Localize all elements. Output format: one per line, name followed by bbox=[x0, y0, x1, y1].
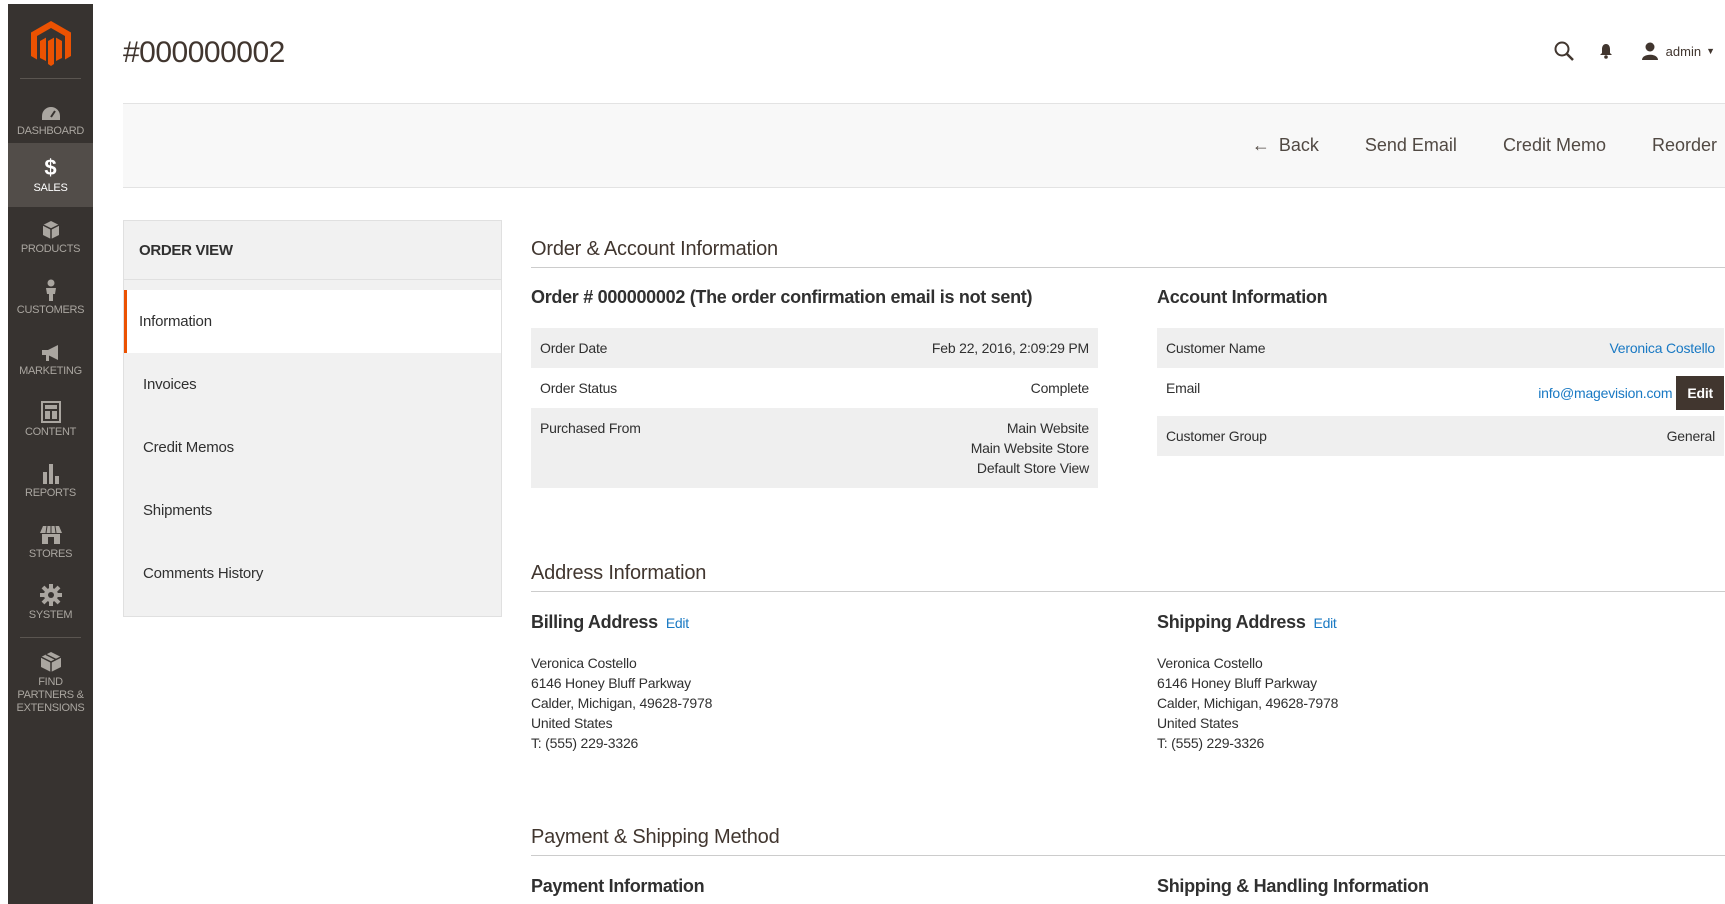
customer-group-value: General bbox=[1666, 428, 1716, 444]
email-row: Email info@magevision.com Edit bbox=[1157, 368, 1724, 416]
purchased-from-store: Main Website Store bbox=[970, 440, 1090, 456]
nav-item-find-partners[interactable]: FIND PARTNERS & EXTENSIONS bbox=[8, 642, 93, 722]
purchased-from-label: Purchased From bbox=[540, 420, 641, 436]
main-content: Order & Account Information Order # 0000… bbox=[531, 0, 1725, 904]
nav-label: SALES bbox=[33, 182, 68, 194]
nav-label: REPORTS bbox=[25, 487, 76, 499]
email-link[interactable]: info@magevision.com bbox=[1538, 383, 1672, 403]
bar-chart-icon bbox=[41, 460, 61, 484]
nav-separator bbox=[20, 78, 81, 79]
order-view-tabs: ORDER VIEW Information Invoices Credit M… bbox=[123, 220, 502, 617]
tabs-title: ORDER VIEW bbox=[124, 221, 501, 280]
box-icon bbox=[42, 216, 60, 240]
shipping-address-heading: Shipping Address Edit bbox=[1157, 612, 1337, 633]
order-date-label: Order Date bbox=[540, 340, 608, 356]
billing-name: Veronica Costello bbox=[531, 655, 637, 671]
order-heading: Order # 000000002 (The order confirmatio… bbox=[531, 287, 1033, 307]
tab-credit-memos[interactable]: Credit Memos bbox=[124, 416, 501, 479]
nav-item-system[interactable]: SYSTEM bbox=[8, 570, 93, 634]
purchased-from-value: Main Website Main Website Store Default … bbox=[970, 418, 1090, 478]
nav-item-content[interactable]: CONTENT bbox=[8, 387, 93, 451]
email-label: Email bbox=[1166, 380, 1201, 396]
gear-icon bbox=[39, 582, 62, 606]
edit-shipping-address-link[interactable]: Edit bbox=[1314, 615, 1337, 631]
billing-address: Veronica Costello 6146 Honey Bluff Parkw… bbox=[531, 653, 712, 753]
email-value: info@magevision.com Edit bbox=[1538, 376, 1724, 410]
tab-comments-history[interactable]: Comments History bbox=[124, 542, 501, 605]
billing-city: Calder, Michigan, 49628-7978 bbox=[531, 695, 713, 711]
magento-logo[interactable] bbox=[8, 12, 93, 84]
shipping-handling-heading: Shipping & Handling Information bbox=[1157, 876, 1429, 896]
main-navigation: DASHBOARD $ SALES PRODUCTS CUSTOMERS MAR… bbox=[8, 4, 93, 904]
purchased-from-website: Main Website bbox=[1006, 420, 1089, 436]
nav-item-reports[interactable]: REPORTS bbox=[8, 448, 93, 512]
megaphone-icon bbox=[40, 338, 62, 362]
nav-label: DASHBOARD bbox=[17, 125, 84, 137]
nav-label: MARKETING bbox=[19, 365, 82, 377]
edit-email-button[interactable]: Edit bbox=[1676, 376, 1724, 410]
account-heading: Account Information bbox=[1157, 287, 1328, 307]
shipping-phone: T: (555) 229-3326 bbox=[1157, 735, 1265, 751]
tab-information[interactable]: Information bbox=[124, 290, 501, 353]
nav-label: SYSTEM bbox=[28, 609, 73, 621]
payment-shipping-section-title: Payment & Shipping Method bbox=[531, 826, 1725, 856]
order-date-row: Order Date Feb 22, 2016, 2:09:29 PM bbox=[531, 328, 1098, 368]
tab-invoices[interactable]: Invoices bbox=[124, 353, 501, 416]
account-info-table: Customer Name Veronica Costello Email in… bbox=[1157, 328, 1724, 456]
order-account-section-title: Order & Account Information bbox=[531, 238, 1725, 268]
page-title: #000000002 bbox=[123, 36, 285, 69]
shipping-city: Calder, Michigan, 49628-7978 bbox=[1157, 695, 1339, 711]
nav-item-products[interactable]: PRODUCTS bbox=[8, 204, 93, 268]
billing-country: United States bbox=[531, 715, 613, 731]
customer-name-link[interactable]: Veronica Costello bbox=[1609, 338, 1715, 358]
shipping-address-title: Shipping Address bbox=[1157, 612, 1306, 632]
customer-group-label: Customer Group bbox=[1166, 428, 1267, 444]
magento-logo-icon bbox=[30, 21, 71, 66]
cube-icon bbox=[40, 649, 62, 673]
nav-label: PRODUCTS bbox=[20, 243, 81, 255]
purchased-from-row: Purchased From Main Website Main Website… bbox=[531, 408, 1098, 488]
tab-shipments[interactable]: Shipments bbox=[124, 479, 501, 542]
billing-address-title: Billing Address bbox=[531, 612, 658, 632]
nav-item-marketing[interactable]: MARKETING bbox=[8, 326, 93, 390]
nav-item-sales[interactable]: $ SALES bbox=[8, 143, 93, 207]
customer-name-row: Customer Name Veronica Costello bbox=[1157, 328, 1724, 368]
billing-phone: T: (555) 229-3326 bbox=[531, 735, 639, 751]
shipping-address: Veronica Costello 6146 Honey Bluff Parkw… bbox=[1157, 653, 1338, 753]
nav-item-dashboard[interactable]: DASHBOARD bbox=[8, 86, 93, 150]
purchased-from-store-view: Default Store View bbox=[976, 460, 1089, 476]
order-status-label: Order Status bbox=[540, 380, 617, 396]
layout-icon bbox=[40, 399, 61, 423]
customer-group-row: Customer Group General bbox=[1157, 416, 1724, 456]
order-info-table: Order Date Feb 22, 2016, 2:09:29 PM Orde… bbox=[531, 328, 1098, 488]
order-status-row: Order Status Complete bbox=[531, 368, 1098, 408]
dashboard-icon bbox=[41, 98, 61, 122]
billing-street: 6146 Honey Bluff Parkway bbox=[531, 675, 691, 691]
shipping-name: Veronica Costello bbox=[1157, 655, 1263, 671]
nav-label: CONTENT bbox=[24, 426, 77, 438]
billing-address-heading: Billing Address Edit bbox=[531, 612, 689, 633]
payment-information-heading: Payment Information bbox=[531, 876, 705, 896]
nav-item-customers[interactable]: CUSTOMERS bbox=[8, 265, 93, 329]
nav-separator bbox=[20, 637, 81, 638]
customer-name-label: Customer Name bbox=[1166, 340, 1266, 356]
shipping-street: 6146 Honey Bluff Parkway bbox=[1157, 675, 1317, 691]
address-section-title: Address Information bbox=[531, 562, 1725, 592]
person-icon bbox=[44, 277, 58, 301]
storefront-icon bbox=[39, 521, 63, 545]
edit-billing-address-link[interactable]: Edit bbox=[666, 615, 689, 631]
dollar-icon: $ bbox=[44, 155, 57, 180]
shipping-country: United States bbox=[1157, 715, 1239, 731]
nav-label: FIND PARTNERS & EXTENSIONS bbox=[16, 676, 85, 714]
order-status-value: Complete bbox=[1030, 380, 1090, 396]
nav-item-stores[interactable]: STORES bbox=[8, 509, 93, 573]
nav-label: STORES bbox=[28, 548, 73, 560]
nav-label: CUSTOMERS bbox=[16, 304, 85, 316]
order-date-value: Feb 22, 2016, 2:09:29 PM bbox=[931, 340, 1089, 356]
